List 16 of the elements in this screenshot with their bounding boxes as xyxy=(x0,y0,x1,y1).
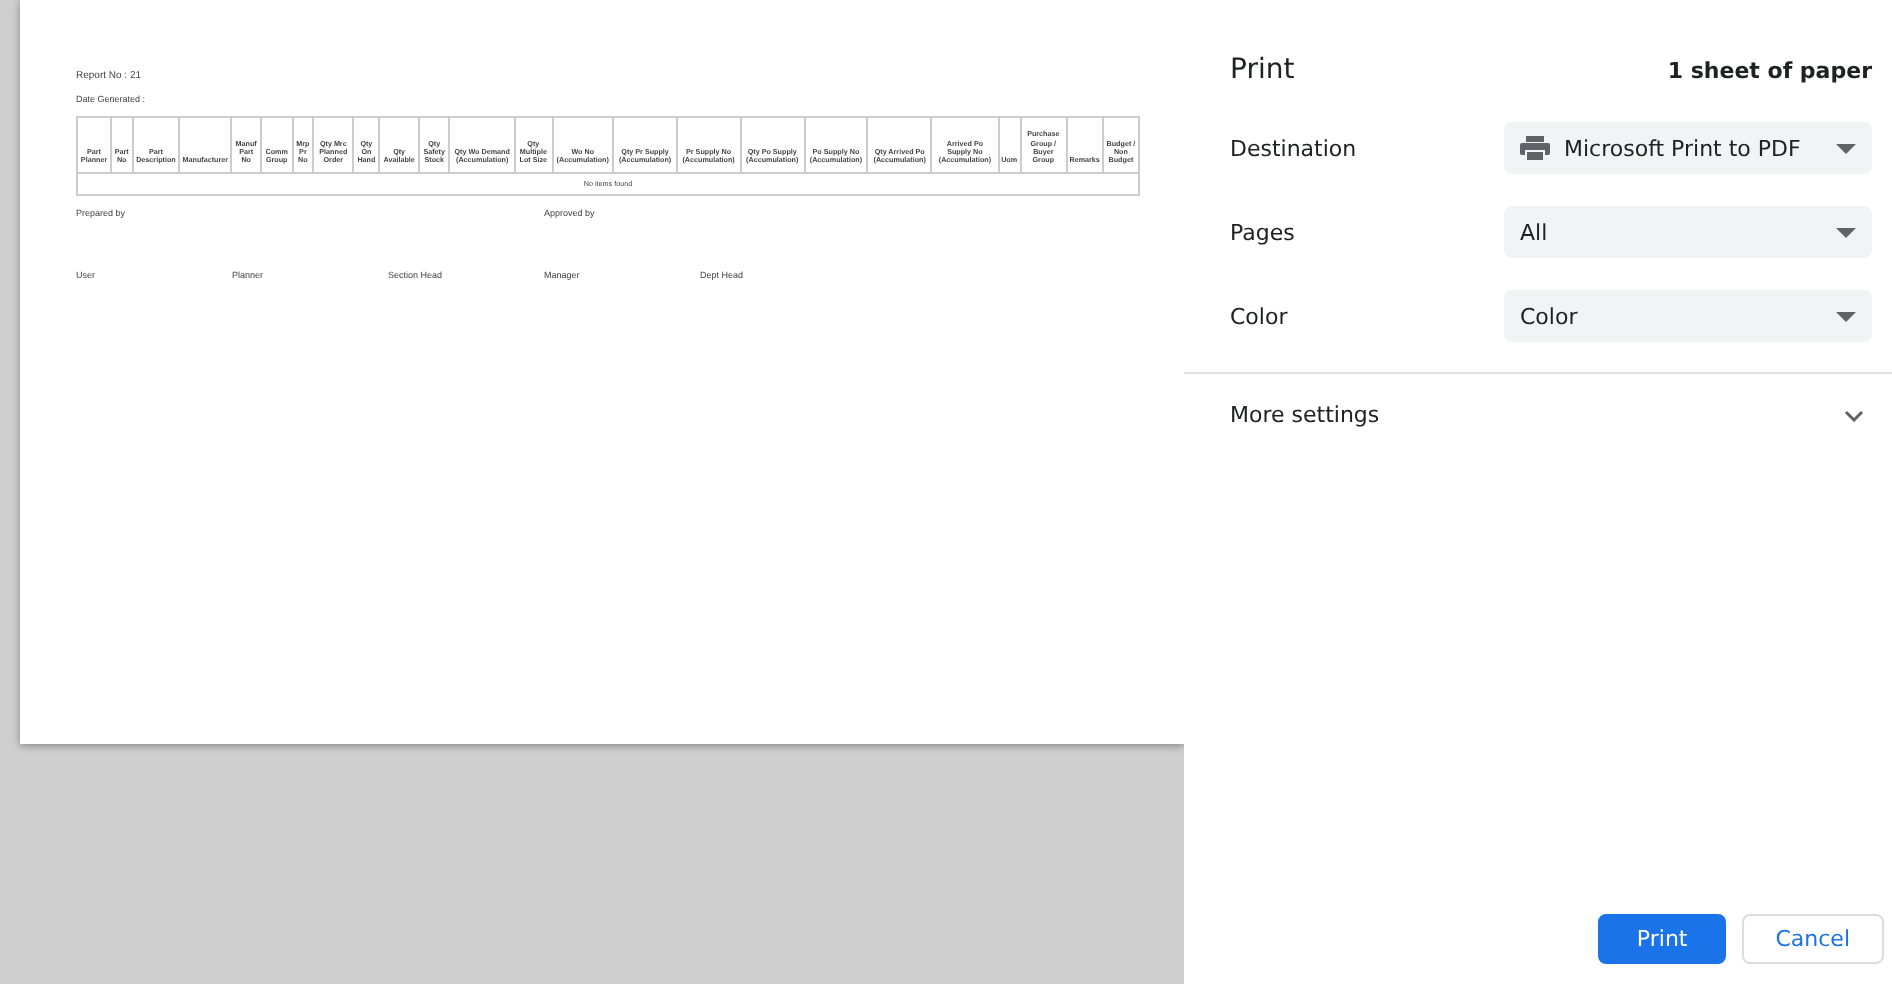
dialog-title: Print xyxy=(1230,54,1295,86)
printer-icon xyxy=(1520,135,1550,161)
setting-dropdown[interactable]: Color xyxy=(1504,290,1872,342)
dropdown-caret-icon xyxy=(1836,311,1856,321)
more-settings-toggle[interactable]: More settings xyxy=(1184,374,1892,428)
dropdown-caret-icon xyxy=(1836,143,1856,153)
print-button[interactable]: Print xyxy=(1598,914,1726,964)
cancel-button[interactable]: Cancel xyxy=(1741,914,1884,964)
sheet-count: 1 sheet of paper xyxy=(1667,57,1872,83)
setting-dropdown[interactable]: All xyxy=(1504,206,1872,258)
setting-label: Pages xyxy=(1230,219,1295,245)
chevron-icon xyxy=(1844,409,1864,421)
setting-dropdown[interactable]: Microsoft Print to PDF xyxy=(1504,122,1872,174)
setting-label: Color xyxy=(1230,303,1288,329)
setting-label: Destination xyxy=(1230,135,1357,161)
dropdown-caret-icon xyxy=(1836,227,1856,237)
